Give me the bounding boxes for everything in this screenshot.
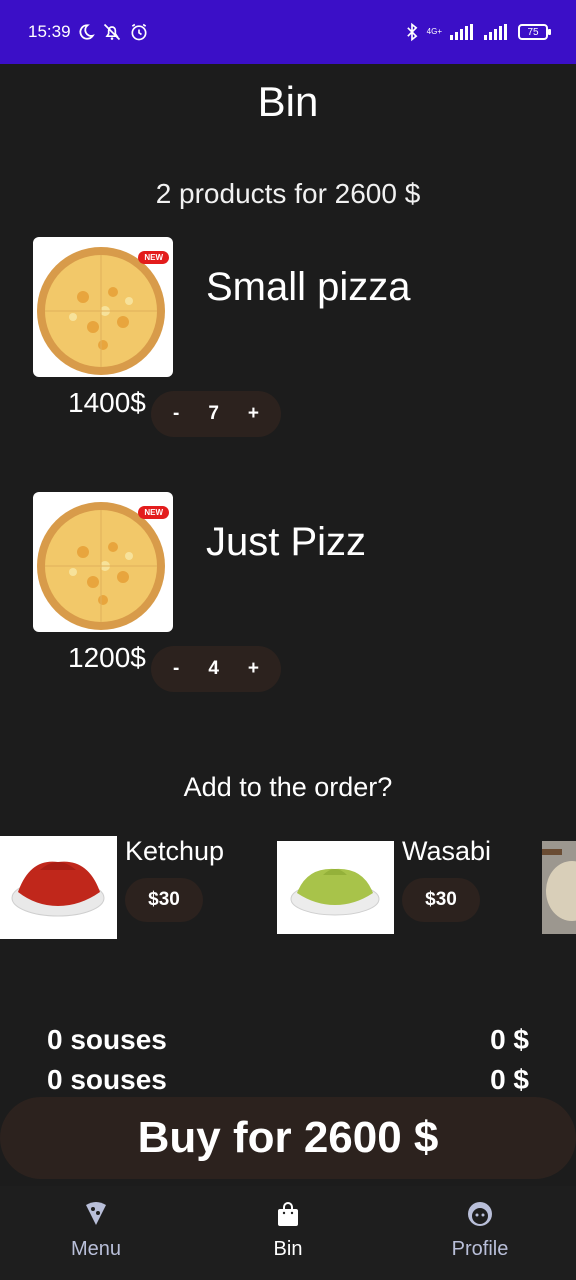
item-name: Small pizza [206,265,411,309]
alarm-icon [129,22,149,42]
page-title: Bin [257,78,319,125]
addon-name: Ketchup [125,836,225,866]
bluetooth-icon [405,22,419,42]
nav-item-menu[interactable]: Menu [0,1186,192,1280]
addons-carousel[interactable]: Ketchup $30 Wasabi $30 [0,836,576,940]
decrement-button[interactable]: - [173,403,179,425]
bag-icon [274,1200,302,1228]
item-price: 1200$ [68,642,146,673]
increment-button[interactable]: + [248,658,259,680]
cart-item: NEW Small pizza 1400$ - 7 + [0,237,576,447]
addon-card[interactable]: Wasabi $30 [277,836,537,940]
signal-icon [450,24,476,40]
addon-image [542,841,576,934]
mute-bell-icon [101,22,123,42]
ketchup-image [0,836,117,939]
status-bar: 15:39 4G+ 75 [0,0,576,64]
buy-bar: Buy for 2600 $ [0,1093,576,1185]
sauce-total-row: 0 souses 0 $ [47,1024,529,1056]
new-badge: NEW [138,506,169,519]
wasabi-image [277,841,394,934]
item-price: 1400$ [68,387,146,418]
total-value: 0 $ [490,1024,529,1055]
status-time: 15:39 [28,22,71,41]
moon-icon [77,23,95,41]
quantity-stepper: - 4 + [151,646,281,692]
cart-item: NEW Just Pizz 1200$ - 4 + [0,492,576,702]
nav-label: Profile [451,1238,509,1260]
pizza-icon [82,1200,110,1228]
sauce-total-row: 0 souses 0 $ [47,1064,529,1096]
decrement-button[interactable]: - [173,658,179,680]
face-icon [466,1200,494,1228]
nav-label: Menu [70,1238,122,1260]
nav-label: Bin [273,1238,303,1260]
quantity-value: 4 [208,658,219,679]
nav-item-bin[interactable]: Bin [192,1186,384,1280]
pizza-image: NEW [33,237,173,377]
addon-card-partial[interactable] [542,836,576,940]
addon-card[interactable]: Ketchup $30 [0,836,260,940]
signal-icon-2 [484,24,510,40]
addon-price-button[interactable]: $30 [402,878,480,922]
new-badge: NEW [138,251,169,264]
quantity-stepper: - 7 + [151,391,281,437]
total-value: 0 $ [490,1064,529,1095]
quantity-value: 7 [208,403,219,424]
buy-button[interactable]: Buy for 2600 $ [0,1097,576,1179]
network-type: 4G+ [426,27,442,36]
pizza-image: NEW [33,492,173,632]
increment-button[interactable]: + [248,403,259,425]
total-label: 0 souses [47,1064,167,1095]
bottom-nav: Menu Bin Profile [0,1186,576,1280]
cart-summary: 2 products for 2600 $ [155,178,421,209]
addons-title: Add to the order? [183,772,393,802]
addon-price-button[interactable]: $30 [125,878,203,922]
total-label: 0 souses [47,1024,167,1055]
item-name: Just Pizz [206,520,367,564]
addon-name: Wasabi [402,836,492,866]
nav-item-profile[interactable]: Profile [384,1186,576,1280]
battery-icon: 75 [518,24,551,40]
